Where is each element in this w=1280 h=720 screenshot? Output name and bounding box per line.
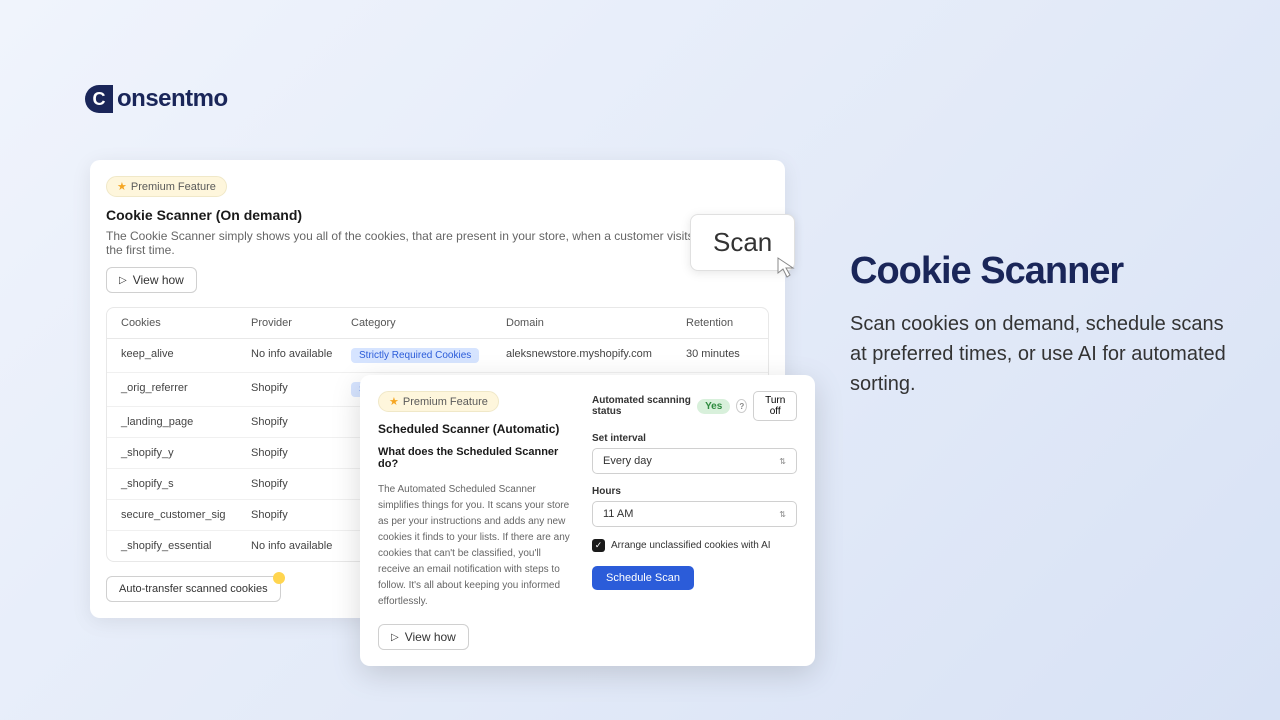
premium-label: Premium Feature <box>131 181 216 193</box>
help-icon[interactable]: ? <box>736 399 747 413</box>
star-icon: ★ <box>117 180 127 193</box>
popup-view-how-button[interactable]: ▷ View how <box>378 624 469 650</box>
play-icon: ▷ <box>119 275 127 286</box>
chevron-updown-icon: ⇅ <box>779 510 786 519</box>
status-label: Automated scanning status <box>592 395 691 417</box>
cell-cookie: _shopify_essential <box>121 540 251 552</box>
auto-transfer-label: Auto-transfer scanned cookies <box>119 583 268 595</box>
cell-cookie: secure_customer_sig <box>121 509 251 521</box>
cell-cookie: _orig_referrer <box>121 382 251 397</box>
marketing-title: Cookie Scanner <box>850 250 1230 293</box>
cell-provider: Shopify <box>251 382 351 397</box>
cell-provider: No info available <box>251 540 351 552</box>
status-value-badge: Yes <box>697 399 730 414</box>
cell-retention: 30 minutes <box>686 348 769 363</box>
popup-premium-label: Premium Feature <box>403 396 488 408</box>
cell-provider: Shopify <box>251 478 351 490</box>
logo-icon: C <box>85 85 113 113</box>
view-how-label: View how <box>133 273 184 287</box>
notification-dot-icon <box>273 572 285 584</box>
brand-logo: C onsentmo <box>85 85 228 113</box>
auto-transfer-button[interactable]: Auto-transfer scanned cookies <box>106 576 281 602</box>
star-icon: ★ <box>389 395 399 408</box>
table-row[interactable]: keep_aliveNo info availableStrictly Requ… <box>107 339 768 373</box>
cell-cookie: keep_alive <box>121 348 251 363</box>
interval-value: Every day <box>603 455 652 467</box>
cell-cookie: _shopify_s <box>121 478 251 490</box>
brand-name: onsentmo <box>117 85 228 113</box>
view-how-button[interactable]: ▷ View how <box>106 267 197 293</box>
table-header: Cookies Provider Category Domain Retenti… <box>107 308 768 339</box>
cursor-icon <box>775 255 799 279</box>
scheduled-scanner-popup: ★ Premium Feature Scheduled Scanner (Aut… <box>360 375 815 666</box>
header-retention: Retention <box>686 317 769 329</box>
card-title: Cookie Scanner (On demand) <box>106 207 769 223</box>
popup-question: What does the Scheduled Scanner do? <box>378 446 572 470</box>
popup-premium-badge: ★ Premium Feature <box>378 391 499 412</box>
premium-badge: ★ Premium Feature <box>106 176 227 197</box>
header-cookies: Cookies <box>121 317 251 329</box>
hours-value: 11 AM <box>603 508 633 520</box>
scanning-status-row: Automated scanning status Yes ? Turn off <box>592 391 797 421</box>
interval-label: Set interval <box>592 433 797 444</box>
header-category: Category <box>351 317 506 329</box>
cell-domain: aleksnewstore.myshopify.com <box>506 348 686 363</box>
marketing-desc: Scan cookies on demand, schedule scans a… <box>850 309 1230 399</box>
ai-checkbox-row[interactable]: ✓ Arrange unclassified cookies with AI <box>592 539 797 552</box>
cell-category: Strictly Required Cookies <box>351 348 506 363</box>
cell-provider: Shopify <box>251 509 351 521</box>
hours-label: Hours <box>592 486 797 497</box>
marketing-copy: Cookie Scanner Scan cookies on demand, s… <box>850 250 1230 399</box>
popup-view-how-label: View how <box>405 630 456 644</box>
popup-desc: The Automated Scheduled Scanner simplifi… <box>378 482 572 610</box>
chevron-updown-icon: ⇅ <box>779 457 786 466</box>
play-icon: ▷ <box>391 632 399 643</box>
header-domain: Domain <box>506 317 686 329</box>
interval-select[interactable]: Every day ⇅ <box>592 448 797 474</box>
popup-title: Scheduled Scanner (Automatic) <box>378 422 572 436</box>
cell-cookie: _shopify_y <box>121 447 251 459</box>
ai-check-label: Arrange unclassified cookies with AI <box>611 540 771 551</box>
category-badge: Strictly Required Cookies <box>351 348 479 363</box>
schedule-scan-button[interactable]: Schedule Scan <box>592 566 694 590</box>
cell-provider: No info available <box>251 348 351 363</box>
header-provider: Provider <box>251 317 351 329</box>
cell-provider: Shopify <box>251 447 351 459</box>
card-desc: The Cookie Scanner simply shows you all … <box>106 229 769 257</box>
hours-select[interactable]: 11 AM ⇅ <box>592 501 797 527</box>
turn-off-button[interactable]: Turn off <box>753 391 797 421</box>
checkbox-checked-icon[interactable]: ✓ <box>592 539 605 552</box>
cell-provider: Shopify <box>251 416 351 428</box>
cell-cookie: _landing_page <box>121 416 251 428</box>
